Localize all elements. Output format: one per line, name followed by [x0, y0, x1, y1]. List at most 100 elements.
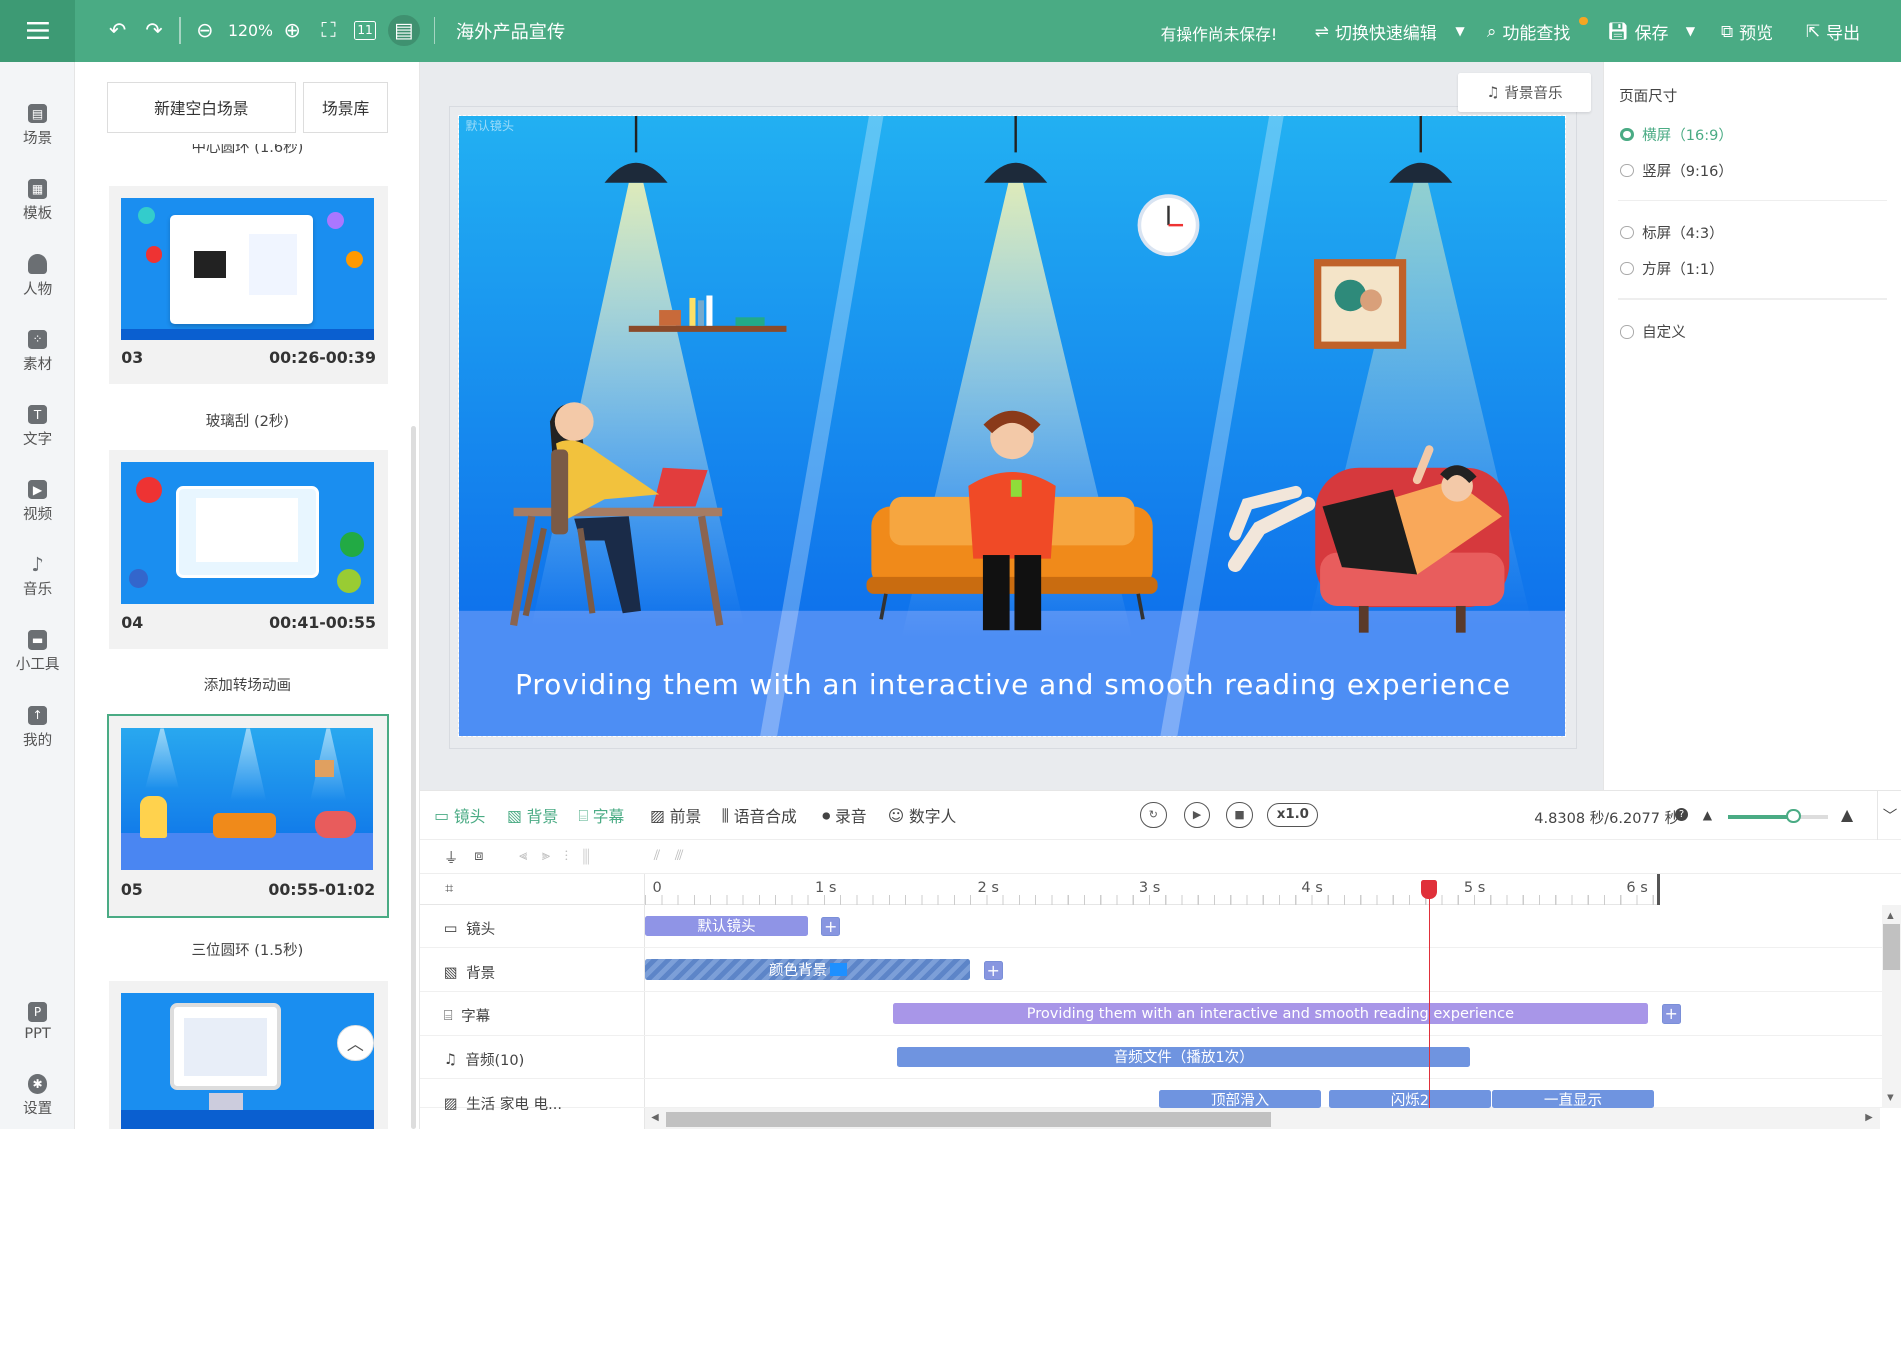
redo-icon[interactable]: ↷	[141, 17, 168, 44]
tab-label: 背景	[526, 807, 559, 827]
nav-label: 素材	[23, 355, 53, 373]
radio-portrait[interactable]: 竖屏（9:16）	[1620, 160, 1733, 181]
project-title[interactable]: 海外产品宣传	[456, 18, 565, 44]
tab-subtitle[interactable]: ⌸ 字幕	[579, 804, 625, 827]
radio-standard[interactable]: 标屏（4:3）	[1620, 222, 1724, 243]
ratio-icon[interactable]: 11	[354, 20, 376, 40]
speed-button[interactable]: x1.0	[1267, 802, 1319, 828]
add-background-button[interactable]: +	[983, 960, 1003, 980]
nav-item-tools[interactable]: ▬ 小工具	[0, 619, 75, 687]
zoom-in-icon[interactable]: ⊕	[279, 17, 306, 44]
separator	[179, 16, 181, 44]
track-label-lens: ▭ 镜头	[444, 918, 495, 939]
ruler-minor-ticks	[645, 895, 1657, 905]
scroll-left-icon[interactable]: ◀	[651, 1112, 658, 1123]
radio-landscape[interactable]: 横屏（16:9）	[1620, 124, 1733, 145]
page-size-title: 页面尺寸	[1619, 87, 1678, 105]
nav-item-person[interactable]: 人物	[0, 243, 75, 311]
stop-icon[interactable]: ■	[1226, 801, 1253, 829]
playhead-handle[interactable]	[1421, 880, 1438, 899]
scene-card-03[interactable]: 03 00:26-00:39	[109, 185, 389, 385]
replay-icon[interactable]: ↻	[1140, 801, 1167, 829]
tab-record[interactable]: ⏺︎ 录音	[822, 804, 866, 827]
transition-label[interactable]: 三位圆环 (1.5秒)	[75, 939, 418, 960]
divider	[1617, 298, 1888, 300]
zoom-out-timeline-icon[interactable]: ▲	[1703, 808, 1712, 822]
zoom-out-icon[interactable]: ⊖	[192, 17, 219, 44]
transition-label[interactable]: 中心圆环 (1.6秒)	[75, 144, 418, 161]
text-icon: T	[27, 404, 48, 425]
undo-icon[interactable]: ↶	[104, 17, 131, 44]
chevron-down-icon[interactable]: ▼	[1455, 24, 1464, 38]
tab-background[interactable]: ▧ 背景	[507, 804, 558, 827]
distribute-icons: ⫽⫻	[653, 846, 698, 864]
chevron-down-icon[interactable]: ▼	[1686, 24, 1695, 38]
nav-item-music[interactable]: ♪ 音乐	[0, 543, 75, 611]
lens-clip[interactable]: 默认镜头	[645, 915, 808, 937]
search-label: 功能查找	[1502, 24, 1571, 45]
preview-button[interactable]: ⧉ 预览	[1720, 19, 1773, 45]
transition-label[interactable]: 玻璃刮 (2秒)	[75, 410, 418, 431]
tab-speech-synthesis[interactable]: ⫼ 语音合成	[722, 804, 797, 827]
add-lens-button[interactable]: +	[821, 916, 841, 937]
new-blank-scene-button[interactable]: 新建空白场景	[106, 82, 296, 134]
tab-lens[interactable]: ▭ 镜头	[434, 804, 485, 827]
zoom-in-timeline-icon[interactable]: ▲	[1841, 805, 1853, 824]
nav-item-mine[interactable]: ↑ 我的	[0, 694, 75, 762]
scene-card-05[interactable]: 05 00:55-01:02	[106, 714, 390, 919]
scene-card-04[interactable]: 04 00:41-00:55	[109, 449, 389, 649]
vertical-scrollbar-thumb[interactable]	[1883, 924, 1901, 971]
scroll-up-icon[interactable]: ▲	[1887, 910, 1894, 920]
scroll-to-top-icon[interactable]: ︿	[337, 1024, 374, 1062]
subtitle-clip[interactable]: Providing them with an interactive and s…	[892, 1002, 1649, 1024]
track-label-background: ▧ 背景	[444, 962, 495, 983]
tab-label: 数字人	[909, 807, 957, 827]
scene-number: 05	[120, 880, 143, 900]
nav-item-material[interactable]: ⁘ 素材	[0, 318, 75, 386]
audio-clip[interactable]: 音频文件（播放1次）	[897, 1046, 1470, 1068]
nav-item-settings[interactable]: ✱ 设置	[0, 1062, 75, 1130]
nav-item-scene[interactable]: ▤ 场景	[0, 92, 75, 160]
nav-item-video[interactable]: ▶ 视频	[0, 468, 75, 536]
horizontal-scrollbar-thumb[interactable]	[665, 1112, 1271, 1127]
hamburger-icon	[26, 22, 49, 40]
scroll-down-icon[interactable]: ▼	[1887, 1092, 1894, 1102]
animation-clip[interactable]: 闪烁2	[1329, 1090, 1491, 1109]
background-clip[interactable]: 颜色背景	[645, 959, 971, 980]
group-icon[interactable]: ⧈	[474, 847, 483, 864]
filter-icon[interactable]: ⏚	[444, 847, 459, 868]
add-transition-button[interactable]: 添加转场动画	[75, 674, 418, 695]
time-readout: 4.8308 秒/6.2077 秒	[1534, 809, 1680, 827]
left-nav: ▤ 场景 ▦ 模板 人物 ⁘ 素材 T 文字 ▶ 视频 ♪ 音乐 ▬ 小工具 ↑ 我的 P PPT…	[0, 61, 76, 1130]
save-button[interactable]: 💾︎ 保存	[1607, 19, 1669, 45]
subtitle-text[interactable]: Providing them with an interactive and s…	[459, 668, 1564, 701]
person-icon	[27, 254, 48, 274]
add-subtitle-button[interactable]: +	[1661, 1004, 1681, 1024]
preview-icon: ⧉	[1720, 21, 1734, 42]
background-music-button[interactable]: ♫ 背景音乐	[1457, 72, 1592, 112]
keyboard-icon[interactable]: ▤	[388, 14, 420, 47]
nav-item-template[interactable]: ▦ 模板	[0, 167, 75, 235]
ruler-settings-icon[interactable]: ⌗	[445, 880, 453, 897]
nav-item-text[interactable]: T 文字	[0, 393, 75, 461]
scene-library-button[interactable]: 场景库	[303, 82, 389, 134]
tab-digital-human[interactable]: ☺ 数字人	[888, 804, 957, 827]
nav-item-ppt[interactable]: P PPT	[0, 988, 75, 1056]
animation-clip[interactable]: 顶部滑入	[1159, 1090, 1321, 1109]
animation-clip[interactable]: 一直显示	[1491, 1090, 1655, 1109]
tab-foreground[interactable]: ▨ 前景	[650, 804, 701, 827]
fullscreen-icon[interactable]: ⛶	[315, 17, 342, 44]
unsaved-notice: 有操作尚未保存!	[1160, 24, 1278, 44]
scroll-right-icon[interactable]: ▶	[1865, 1112, 1872, 1123]
export-button[interactable]: ⇱ 导出	[1806, 19, 1860, 45]
collapse-timeline-icon[interactable]: ﹀	[1877, 789, 1901, 841]
scrollbar[interactable]	[411, 425, 416, 1130]
tick-label: 3 s	[1138, 879, 1161, 897]
menu-button[interactable]	[0, 0, 76, 62]
switch-quick-edit-button[interactable]: ⇌ 切换快速编辑	[1315, 19, 1437, 45]
radio-square[interactable]: 方屏（1:1）	[1620, 258, 1724, 279]
canvas-stage[interactable]: 默认镜头 Providing them with an interactive …	[458, 115, 1566, 738]
waveform-icon: ⫼	[721, 805, 729, 825]
radio-custom[interactable]: 自定义	[1620, 321, 1686, 342]
function-search-button[interactable]: ⌕ 功能查找	[1487, 19, 1571, 45]
